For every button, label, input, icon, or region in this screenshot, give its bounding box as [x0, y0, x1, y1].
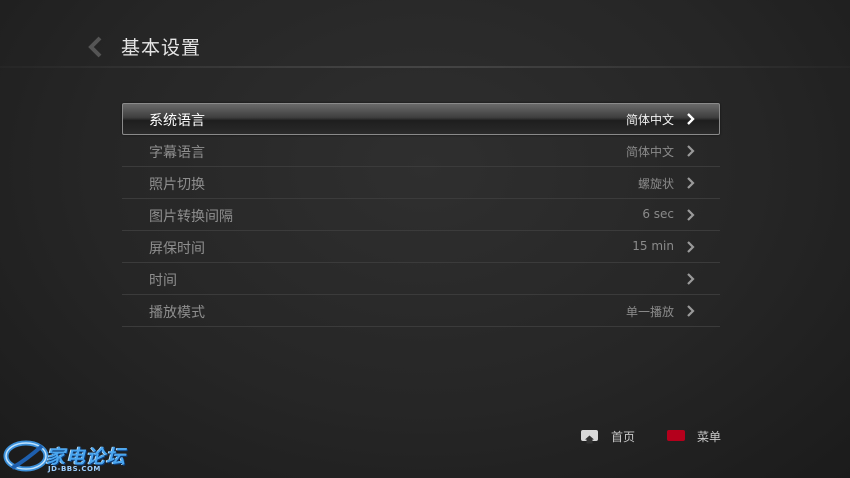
back-arrow-icon[interactable] [86, 36, 108, 58]
setting-label: 播放模式 [149, 305, 205, 321]
setting-value: 螺旋状 [637, 177, 674, 191]
setting-value: 15 min [632, 239, 674, 253]
chevron-right-icon [687, 113, 695, 125]
setting-row-slide-interval[interactable]: 图片转换间隔 6 sec [122, 199, 720, 231]
setting-label: 系统语言 [149, 113, 205, 129]
home-key-icon[interactable] [581, 430, 598, 444]
chevron-right-icon [687, 145, 695, 157]
settings-list: 系统语言 简体中文 字幕语言 简体中文 照片切换 螺旋状 图片转换间隔 6 se… [122, 103, 720, 327]
header-bar: 基本设置 [0, 0, 850, 68]
chevron-right-icon [687, 241, 695, 253]
setting-value: 6 sec [642, 207, 674, 221]
setting-row-photo-transition[interactable]: 照片切换 螺旋状 [122, 167, 720, 199]
chevron-right-icon [687, 273, 695, 285]
watermark-subtext: JD-BBS.COM [48, 465, 101, 473]
setting-label: 图片转换间隔 [149, 209, 233, 225]
chevron-right-icon [687, 305, 695, 317]
chevron-right-icon [687, 177, 695, 189]
setting-value: 简体中文 [625, 145, 674, 159]
setting-row-playback-mode[interactable]: 播放模式 单一播放 [122, 295, 720, 327]
setting-label: 照片切换 [149, 177, 205, 193]
setting-row-system-language[interactable]: 系统语言 简体中文 [122, 103, 720, 135]
setting-value: 单一播放 [625, 305, 674, 319]
setting-row-time[interactable]: 时间 [122, 263, 720, 295]
header-divider [0, 66, 850, 68]
setting-label: 字幕语言 [149, 145, 205, 161]
home-hint-label: 首页 [611, 430, 636, 444]
setting-row-screensaver-time[interactable]: 屏保时间 15 min [122, 231, 720, 263]
setting-row-subtitle-language[interactable]: 字幕语言 简体中文 [122, 135, 720, 167]
chevron-right-icon [687, 209, 695, 221]
red-key-icon[interactable] [667, 430, 685, 441]
setting-label: 时间 [149, 273, 177, 289]
setting-value: 简体中文 [625, 113, 674, 127]
page-title: 基本设置 [121, 37, 202, 59]
setting-label: 屏保时间 [149, 241, 205, 257]
menu-hint-label: 菜单 [697, 430, 722, 444]
